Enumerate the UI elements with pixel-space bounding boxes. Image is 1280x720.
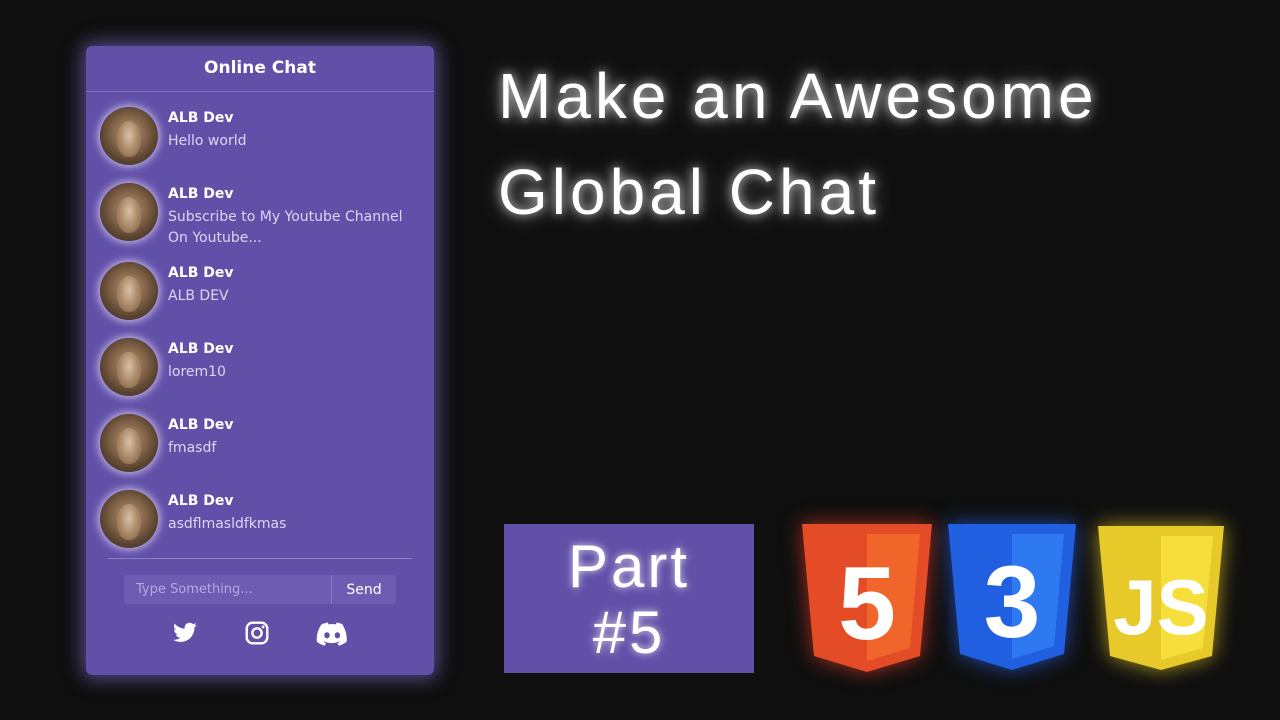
avatar bbox=[100, 107, 158, 165]
html5-logo-icon: 5 bbox=[802, 524, 932, 672]
message-text: fmasdf bbox=[168, 440, 217, 456]
chat-panel: Online Chat ALB Dev Hello world ALB Dev … bbox=[86, 46, 434, 675]
avatar bbox=[100, 338, 158, 396]
discord-icon[interactable] bbox=[316, 620, 348, 646]
avatar bbox=[100, 414, 158, 472]
avatar bbox=[100, 490, 158, 548]
js-text: JS bbox=[1113, 563, 1208, 651]
headline-line-1: Make an Awesome bbox=[498, 60, 1098, 132]
message-text: Subscribe to My Youtube Channel On Youtu… bbox=[168, 209, 403, 246]
headline-line-2: Global Chat bbox=[498, 156, 880, 228]
chat-title: Online Chat bbox=[86, 46, 434, 92]
css3-digit: 3 bbox=[984, 545, 1041, 659]
instagram-icon[interactable] bbox=[244, 620, 270, 646]
js-logo-icon: JS bbox=[1098, 526, 1224, 670]
html5-digit: 5 bbox=[838, 546, 896, 662]
headline: Make an Awesome Global Chat bbox=[498, 48, 1098, 240]
message-text: ALB DEV bbox=[168, 288, 229, 304]
message-author: ALB Dev bbox=[168, 186, 234, 202]
message-author: ALB Dev bbox=[168, 110, 234, 126]
message-author: ALB Dev bbox=[168, 493, 234, 509]
message-composer: Send bbox=[124, 575, 396, 604]
twitter-icon[interactable] bbox=[171, 620, 199, 646]
divider bbox=[108, 558, 412, 559]
message-text: Hello world bbox=[168, 133, 247, 149]
message-author: ALB Dev bbox=[168, 417, 234, 433]
message-text: asdflmasldfkmas bbox=[168, 516, 287, 532]
part-badge: Part #5 bbox=[504, 524, 754, 673]
avatar bbox=[100, 262, 158, 320]
css3-logo-icon: 3 bbox=[948, 524, 1076, 670]
message-input[interactable] bbox=[124, 575, 332, 604]
send-button[interactable]: Send bbox=[332, 575, 396, 604]
message-text: lorem10 bbox=[168, 364, 226, 380]
avatar bbox=[100, 183, 158, 241]
part-number: #5 bbox=[592, 599, 666, 666]
message-author: ALB Dev bbox=[168, 265, 234, 281]
part-label: Part bbox=[567, 533, 691, 600]
social-links bbox=[86, 620, 434, 650]
message-author: ALB Dev bbox=[168, 341, 234, 357]
